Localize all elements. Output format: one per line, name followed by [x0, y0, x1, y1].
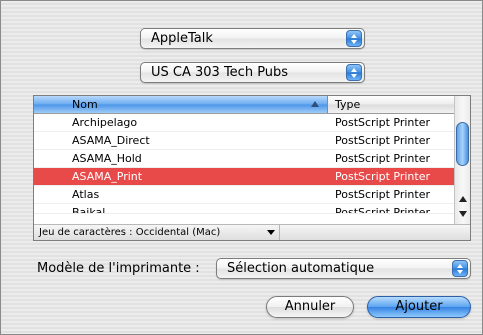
column-header-name[interactable]: Nom: [34, 96, 328, 113]
list-footer-bar: Jeu de caractères : Occidental (Mac): [34, 224, 470, 240]
printer-row[interactable]: Archipelago PostScript Printer: [34, 114, 454, 132]
printer-name: ASAMA_Print: [72, 170, 143, 183]
popup-arrows-icon: [346, 30, 362, 47]
scroll-thumb[interactable]: [456, 122, 469, 166]
printer-row[interactable]: ASAMA_Hold PostScript Printer: [34, 150, 454, 168]
scroll-up-arrow-icon[interactable]: [459, 196, 467, 202]
printer-list[interactable]: Nom Type Archipelago PostScript Printer …: [33, 95, 471, 241]
column-header-type[interactable]: Type: [328, 96, 454, 113]
popup-arrows-icon: [452, 260, 468, 277]
sort-ascending-icon: [311, 101, 319, 107]
vertical-scrollbar[interactable]: [454, 96, 470, 224]
popup-arrows-icon: [346, 64, 362, 81]
printer-type: PostScript Printer: [335, 170, 431, 183]
printer-type: PostScript Printer: [335, 152, 431, 165]
printer-name: ASAMA_Direct: [72, 134, 150, 147]
printer-name: Atlas: [72, 188, 100, 201]
dropdown-triangle-icon: [267, 230, 275, 235]
column-header-type-label: Type: [335, 98, 361, 111]
scroll-down-arrow-icon[interactable]: [459, 211, 467, 217]
column-header-name-label: Nom: [72, 98, 98, 111]
printer-name: ASAMA_Hold: [72, 152, 142, 165]
charset-popup-value: Jeu de caractères : Occidental (Mac): [39, 227, 221, 238]
cancel-button[interactable]: Annuler: [266, 296, 354, 318]
printer-type: PostScript Printer: [335, 134, 431, 147]
printer-model-popup[interactable]: Sélection automatique: [216, 258, 471, 279]
printer-row[interactable]: Atlas PostScript Printer: [34, 186, 454, 204]
printer-model-label: Modèle de l'imprimante :: [37, 261, 200, 276]
protocol-popup[interactable]: AppleTalk: [140, 28, 365, 49]
zone-popup[interactable]: US CA 303 Tech Pubs: [140, 62, 365, 83]
printer-type: PostScript Printer: [335, 116, 431, 129]
add-button[interactable]: Ajouter: [367, 296, 471, 318]
printer-row[interactable]: Baikal PostScript Printer: [34, 204, 454, 214]
printer-rows: Archipelago PostScript Printer ASAMA_Dir…: [34, 114, 454, 214]
printer-model-value: Sélection automatique: [227, 261, 375, 276]
printer-list-header: Nom Type: [34, 96, 454, 114]
printer-name: Archipelago: [72, 116, 138, 129]
charset-popup[interactable]: Jeu de caractères : Occidental (Mac): [35, 225, 280, 240]
printer-type: PostScript Printer: [335, 188, 431, 201]
zone-popup-value: US CA 303 Tech Pubs: [151, 65, 289, 80]
printer-type: PostScript Printer: [335, 206, 431, 214]
add-printer-dialog: AppleTalk US CA 303 Tech Pubs Nom Type A…: [0, 0, 483, 335]
printer-row[interactable]: ASAMA_Direct PostScript Printer: [34, 132, 454, 150]
printer-row-selected[interactable]: ASAMA_Print PostScript Printer: [34, 168, 454, 186]
protocol-popup-value: AppleTalk: [151, 31, 213, 46]
printer-name: Baikal: [72, 206, 106, 214]
